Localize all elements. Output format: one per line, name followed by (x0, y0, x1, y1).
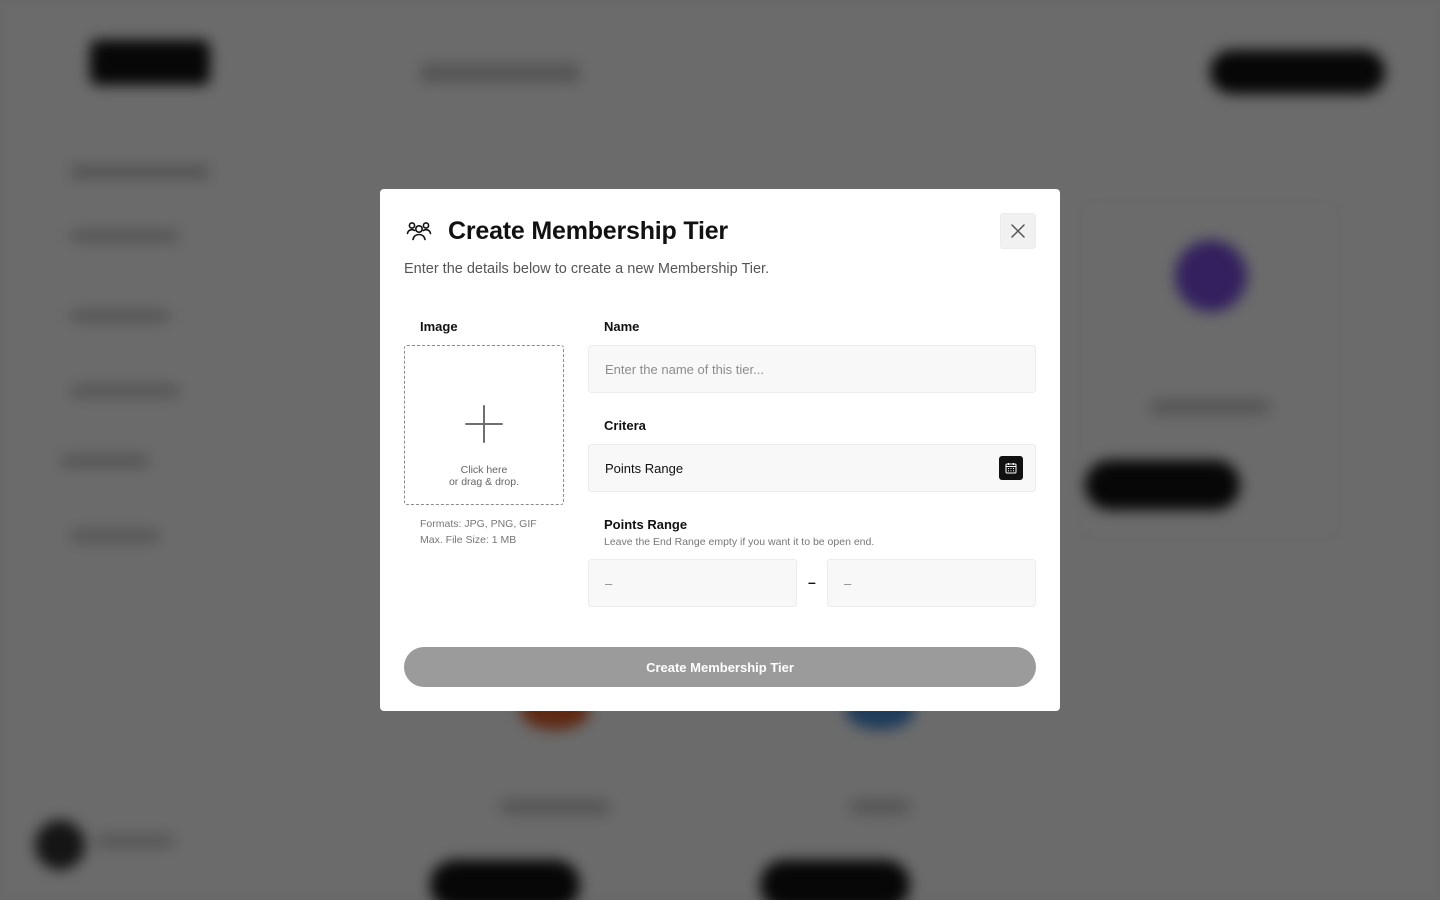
image-formats: Formats: JPG, PNG, GIF (420, 518, 537, 530)
close-icon (1011, 224, 1025, 238)
points-range-start-input[interactable] (589, 560, 796, 606)
create-tier-modal: Create Membership Tier Enter the details… (380, 189, 1060, 711)
modal-description: Enter the details below to create a new … (404, 261, 770, 277)
create-tier-button[interactable]: Create Membership Tier (404, 647, 1036, 687)
close-button[interactable] (1000, 213, 1036, 249)
modal-title: Create Membership Tier (448, 216, 728, 245)
name-label: Name (604, 319, 640, 334)
plus-icon (465, 405, 503, 443)
image-max-size: Max. File Size: 1 MB (420, 534, 517, 546)
points-range-end-field (827, 559, 1036, 607)
dropzone-line-2: or drag & drop. (448, 476, 520, 488)
image-dropzone[interactable]: Click here or drag & drop. (404, 345, 564, 505)
name-input[interactable] (589, 346, 1035, 392)
criteria-label: Critera (604, 418, 646, 433)
image-label: Image (420, 319, 458, 334)
points-range-hint: Leave the End Range empty if you want it… (604, 536, 875, 548)
dropzone-line-1: Click here (460, 464, 508, 476)
range-separator: – (808, 574, 816, 590)
points-range-end-input[interactable] (828, 560, 1035, 606)
name-field (588, 345, 1036, 393)
points-range-start-field (588, 559, 797, 607)
calendar-icon[interactable] (999, 456, 1023, 480)
users-icon (404, 216, 434, 246)
criteria-select[interactable]: Points Range (588, 444, 1036, 492)
criteria-selected-value: Points Range (605, 460, 684, 476)
points-range-label: Points Range (604, 517, 688, 532)
modal-header: Create Membership Tier (404, 213, 728, 249)
